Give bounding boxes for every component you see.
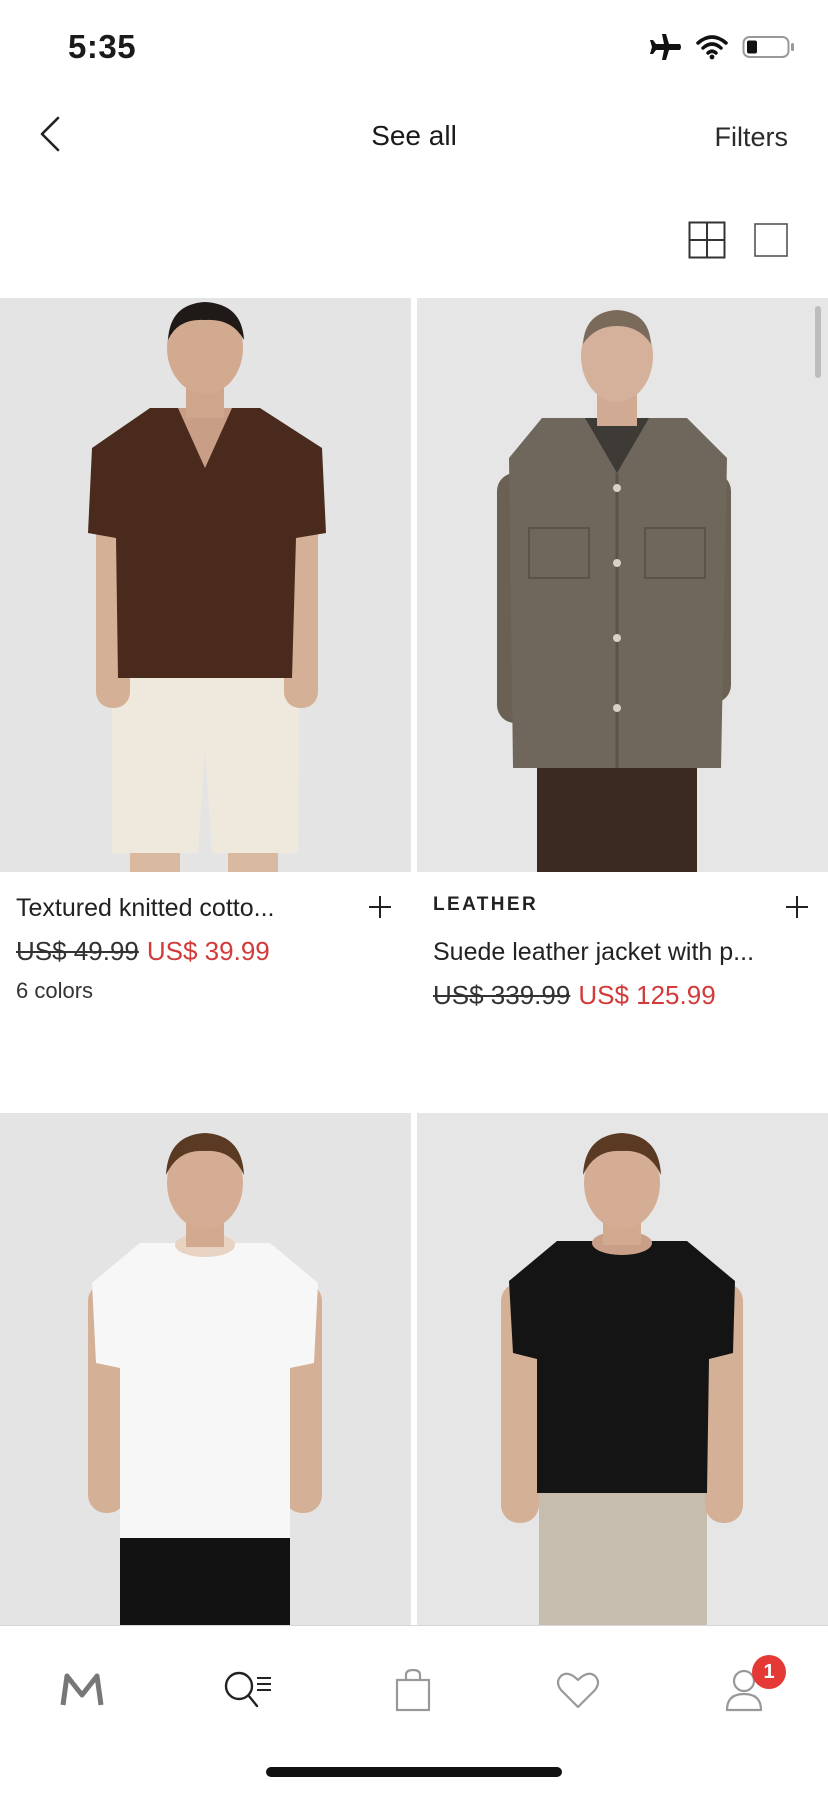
grid-view-toggle[interactable] — [688, 221, 726, 259]
notification-badge: 1 — [752, 1655, 786, 1689]
product-image[interactable] — [417, 1113, 828, 1625]
tab-search[interactable] — [218, 1662, 278, 1722]
grid-view-icon — [688, 221, 726, 263]
product-card[interactable] — [0, 1113, 411, 1625]
color-count: 6 colors — [16, 978, 94, 1003]
original-price: US$ 339.99 — [433, 980, 571, 1010]
price-row: US$ 339.99 US$ 125.99 — [433, 980, 716, 1011]
wifi-icon — [696, 34, 728, 65]
product-title[interactable]: Textured knitted cotto... — [16, 894, 346, 923]
heart-icon — [556, 1670, 600, 1715]
plus-icon — [365, 896, 395, 926]
product-image[interactable] — [0, 1113, 411, 1625]
product-image[interactable] — [0, 298, 411, 872]
page-title: See all — [371, 120, 457, 151]
tab-favorites[interactable] — [548, 1662, 608, 1722]
original-price: US$ 49.99 — [16, 936, 139, 966]
scrollbar[interactable] — [815, 306, 821, 378]
filters-button[interactable]: Filters — [715, 122, 789, 153]
status-time: 5:35 — [68, 28, 137, 65]
product-brand: LEATHER — [433, 894, 539, 915]
product-title[interactable]: Suede leather jacket with p... — [433, 938, 763, 967]
home-logo-icon — [60, 1673, 104, 1712]
status-icons — [648, 32, 796, 67]
sale-price: US$ 39.99 — [146, 936, 270, 966]
product-card[interactable]: LEATHER Suede leather jacket with p... U… — [417, 298, 828, 1010]
product-card[interactable] — [417, 1113, 828, 1625]
tab-bag[interactable] — [383, 1662, 443, 1722]
bag-icon — [393, 1668, 433, 1717]
tab-home[interactable] — [52, 1662, 112, 1722]
home-indicator — [266, 1767, 562, 1777]
single-view-toggle[interactable] — [754, 223, 788, 257]
plus-icon — [782, 896, 812, 926]
product-card[interactable]: Textured knitted cotto... US$ 49.99 US$ 3… — [0, 298, 411, 1003]
search-menu-icon — [223, 1668, 273, 1717]
product-image[interactable] — [417, 298, 828, 872]
price-row: US$ 49.99 US$ 39.99 — [16, 936, 270, 967]
airplane-icon — [648, 32, 682, 67]
single-view-icon — [754, 223, 788, 261]
add-to-bag-button[interactable] — [365, 892, 395, 922]
add-to-bag-button[interactable] — [782, 892, 812, 922]
battery-icon — [742, 34, 796, 65]
sale-price: US$ 125.99 — [578, 980, 716, 1010]
